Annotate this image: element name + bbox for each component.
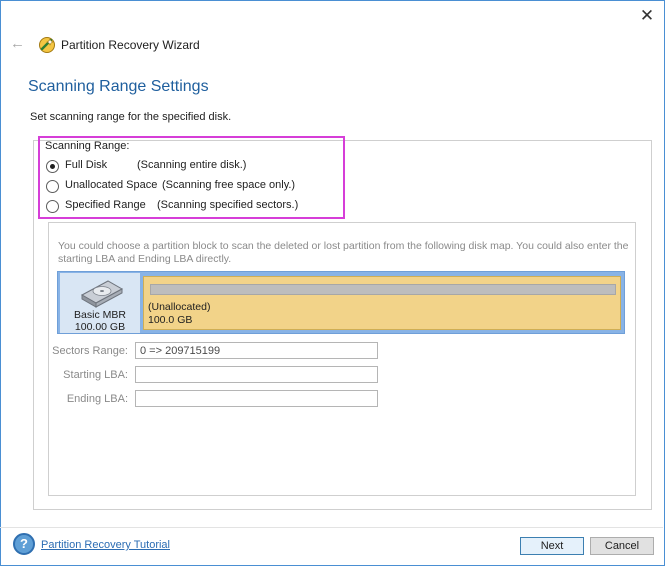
partition-block-unallocated[interactable]: (Unallocated) 100.0 GB — [143, 276, 621, 330]
page-description: Set scanning range for the specified dis… — [30, 111, 232, 123]
sectors-range-field[interactable] — [135, 342, 378, 359]
close-icon: ✕ — [639, 6, 655, 25]
hard-disk-icon — [80, 280, 124, 308]
disk-name: Basic MBR — [74, 309, 126, 321]
ending-lba-field[interactable] — [135, 390, 378, 407]
page-title: Scanning Range Settings — [28, 78, 209, 95]
disk-block[interactable]: Basic MBR 100.00 GB — [60, 273, 140, 333]
window-title: Partition Recovery Wizard — [61, 38, 200, 52]
partition-name: (Unallocated) — [148, 301, 211, 313]
disk-map-hint: You could choose a partition block to sc… — [58, 240, 629, 265]
help-circle-icon[interactable]: ? — [13, 533, 35, 555]
partition-usage-bar — [150, 284, 616, 295]
ending-lba-label: Ending LBA: — [66, 393, 128, 405]
highlight-annotation — [38, 136, 345, 219]
back-arrow-icon: ← — [10, 35, 25, 52]
footer-divider — [0, 527, 663, 528]
next-button[interactable]: Next — [520, 537, 584, 555]
starting-lba-label: Starting LBA: — [63, 369, 128, 381]
wizard-wand-icon — [39, 37, 55, 53]
close-button[interactable]: ✕ — [636, 6, 658, 26]
disk-size: 100.00 GB — [74, 321, 126, 333]
starting-lba-field[interactable] — [135, 366, 378, 383]
cancel-button[interactable]: Cancel — [590, 537, 654, 555]
partition-size: 100.0 GB — [148, 314, 193, 326]
tutorial-link[interactable]: Partition Recovery Tutorial — [41, 539, 170, 551]
sectors-range-label: Sectors Range: — [52, 345, 128, 357]
back-button[interactable]: ← — [10, 36, 26, 52]
